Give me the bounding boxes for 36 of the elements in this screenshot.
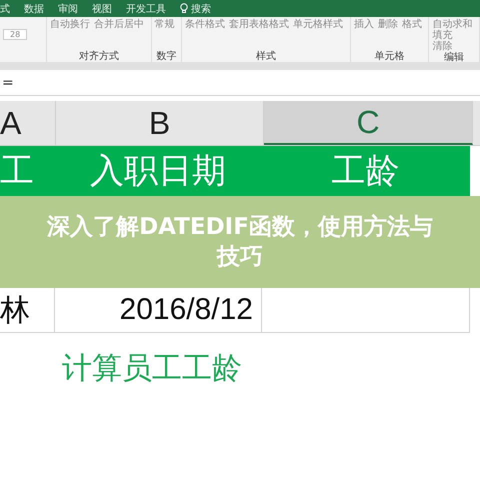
ribbon-tab[interactable]: 开发工具: [126, 2, 166, 16]
table-cell: 工: [0, 146, 55, 196]
ribbon-command[interactable]: 合并后居中: [94, 19, 144, 30]
caption-text: 计算员工工龄: [62, 350, 243, 388]
search-button[interactable]: 搜索: [180, 2, 211, 16]
banner-title: 深入了解DATEDIF函数，使用方法与技巧: [46, 213, 434, 272]
table-cell: 林: [0, 288, 55, 333]
ribbon-command[interactable]: 自动求和: [432, 19, 476, 30]
group-label: 数字: [155, 51, 178, 62]
table-cell: 2016/8/12: [55, 288, 262, 333]
ribbon-command[interactable]: 单元格样式: [293, 19, 344, 30]
ribbon-tab[interactable]: 式: [0, 2, 10, 16]
ribbon-command[interactable]: 条件格式: [185, 19, 226, 30]
ribbon-command[interactable]: 常规: [154, 19, 175, 30]
column-header[interactable]: C: [264, 101, 473, 145]
ribbon-command[interactable]: 自动换行: [50, 19, 90, 30]
font-size-field[interactable]: 28: [3, 29, 28, 40]
ribbon-tab[interactable]: 数据: [24, 2, 44, 16]
ribbon-tab[interactable]: 视图: [92, 2, 112, 16]
ribbon-command[interactable]: 格式: [402, 19, 422, 30]
group-label: 对齐方式: [78, 51, 120, 62]
formula-bar[interactable]: =: [0, 70, 480, 96]
ribbon-command[interactable]: 删除: [378, 19, 398, 30]
ribbon-command[interactable]: 插入: [354, 19, 374, 30]
table-cell: 入职日期: [55, 146, 262, 196]
group-label: 编辑: [443, 52, 466, 63]
ribbon-tab[interactable]: 审阅: [58, 2, 78, 16]
ribbon-command[interactable]: 清除: [432, 41, 476, 52]
group-label: 单元格: [374, 51, 406, 62]
formula-text: =: [1, 74, 14, 90]
group-label: 样式: [254, 51, 277, 62]
ribbon-command[interactable]: 套用表格格式: [229, 19, 290, 30]
column-header[interactable]: A: [0, 101, 56, 145]
lightbulb-icon: [180, 3, 188, 14]
table-cell: 工龄: [262, 146, 470, 196]
ribbon-command[interactable]: 填充: [432, 30, 476, 41]
